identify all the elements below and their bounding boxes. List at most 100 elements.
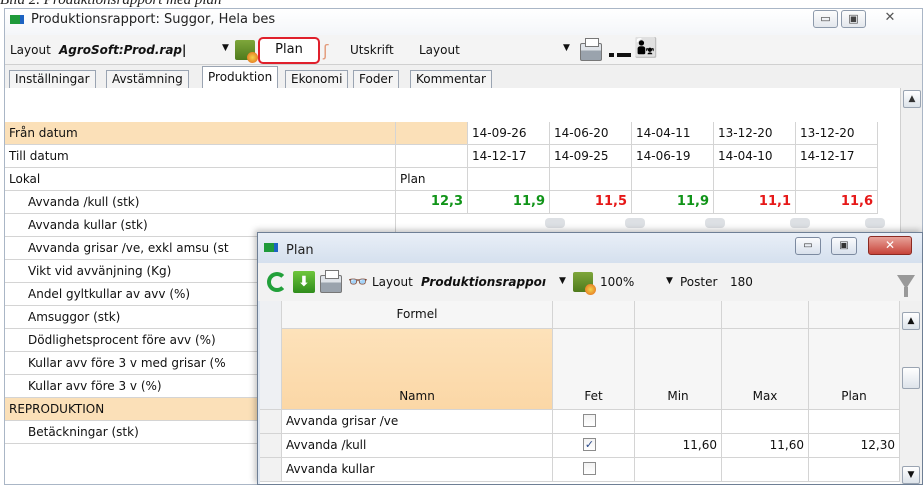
plan-cell[interactable] <box>809 458 900 482</box>
value-cell[interactable]: 11,6 <box>796 191 878 214</box>
value-cell[interactable] <box>632 168 714 191</box>
formel-header[interactable]: Formel <box>282 301 553 329</box>
plan-cell[interactable]: 12,30 <box>809 434 900 458</box>
fet-header[interactable]: Fet <box>553 329 635 410</box>
row-indicator[interactable] <box>260 434 282 458</box>
scroll-up-icon[interactable]: ▲ <box>902 312 920 330</box>
row-indicator-header <box>260 301 282 410</box>
dialog-close-button[interactable]: ✕ <box>868 236 912 255</box>
max-header[interactable]: Max <box>722 329 809 410</box>
value-cell[interactable] <box>550 168 632 191</box>
namn-cell[interactable]: Avvanda /kull <box>282 434 553 458</box>
refresh-icon[interactable] <box>267 272 287 292</box>
filter-icon[interactable] <box>897 275 915 297</box>
fet-checkbox[interactable] <box>583 462 596 475</box>
scroll-down-icon[interactable]: ▼ <box>902 466 920 484</box>
tab-ekonomi[interactable]: Ekonomi <box>285 70 349 88</box>
plan-button[interactable]: Plan <box>258 37 320 64</box>
download-icon[interactable]: ⬇ <box>293 271 315 293</box>
report-book-icon[interactable] <box>235 40 258 63</box>
table-row[interactable]: Avvanda grisar /ve <box>260 410 900 434</box>
row-indicator[interactable] <box>260 458 282 482</box>
zoom-dropdown-arrow-icon[interactable]: ▼ <box>666 276 673 286</box>
namn-cell[interactable]: Avvanda kullar <box>282 458 553 482</box>
date-cell[interactable]: 14-06-20 <box>550 122 632 145</box>
table-row[interactable]: Lokal Plan <box>5 168 900 191</box>
header-blank <box>553 301 635 329</box>
row-label: Avvanda /kull (stk) <box>5 191 396 214</box>
table-row[interactable]: Avvanda /kull ✓ 11,60 11,60 12,30 <box>260 434 900 458</box>
dialog-maximize-button[interactable]: ▣ <box>831 237 857 255</box>
bar-wide-icon[interactable] <box>617 53 631 57</box>
namn-header[interactable]: Namn <box>282 329 553 410</box>
print-layout-dropdown-arrow-icon[interactable]: ▼ <box>563 43 570 53</box>
layout-combo[interactable]: Produktionsrappoı <box>421 275 546 289</box>
close-button[interactable]: ✕ <box>875 10 905 28</box>
curve-icon[interactable]: ʃ <box>323 41 328 60</box>
max-cell[interactable] <box>722 458 809 482</box>
layout-dropdown-arrow-icon[interactable]: ▼ <box>559 276 566 286</box>
minimize-button[interactable]: ▭ <box>813 10 838 28</box>
zoom-value[interactable]: 100% <box>600 275 634 289</box>
layout-combo[interactable]: AgroSoft:Prod.rap| <box>59 43 186 57</box>
max-cell[interactable]: 11,60 <box>722 434 809 458</box>
plan-cell[interactable] <box>396 145 468 168</box>
maximize-button[interactable]: ▣ <box>841 10 866 28</box>
fet-checkbox-checked[interactable]: ✓ <box>583 438 596 451</box>
plan-header[interactable]: Plan <box>809 329 900 410</box>
plan-grid-vertical-scrollbar[interactable]: ▲ ▼ <box>900 301 922 484</box>
value-cell[interactable]: 11,9 <box>468 191 550 214</box>
value-cell[interactable]: 11,9 <box>632 191 714 214</box>
fet-checkbox[interactable] <box>583 414 596 427</box>
plan-cell[interactable] <box>396 122 468 145</box>
date-cell[interactable]: 14-06-19 <box>632 145 714 168</box>
scroll-up-icon[interactable]: ▲ <box>903 90 921 108</box>
row-indicator[interactable] <box>260 410 282 434</box>
min-cell[interactable] <box>635 410 722 434</box>
table-row[interactable]: Från datum 14-09-26 14-06-20 14-04-11 13… <box>5 122 900 145</box>
min-cell[interactable]: 11,60 <box>635 434 722 458</box>
plan-cell[interactable] <box>809 410 900 434</box>
tab-produktion[interactable]: Produktion <box>202 66 279 89</box>
max-cell[interactable] <box>722 410 809 434</box>
report-book-icon[interactable] <box>573 272 596 295</box>
tab-foder[interactable]: Foder <box>353 70 399 88</box>
value-cell[interactable]: 11,5 <box>550 191 632 214</box>
tab-avstamning[interactable]: Avstämning <box>106 70 189 88</box>
date-cell[interactable]: 13-12-20 <box>714 122 796 145</box>
value-cell[interactable]: 11,1 <box>714 191 796 214</box>
table-row[interactable]: Avvanda /kull (stk) 12,3 11,9 11,5 11,9 … <box>5 191 900 214</box>
scroll-thumb[interactable] <box>902 367 920 389</box>
binoculars-icon[interactable]: 👓 <box>348 272 368 291</box>
date-cell[interactable]: 14-12-17 <box>468 145 550 168</box>
namn-cell[interactable]: Avvanda grisar /ve <box>282 410 553 434</box>
date-cell[interactable]: 14-12-17 <box>796 145 878 168</box>
value-cell[interactable] <box>714 168 796 191</box>
table-row[interactable]: Avvanda kullar <box>260 458 900 482</box>
fet-cell[interactable] <box>553 410 635 434</box>
plan-cell[interactable]: 12,3 <box>396 191 468 214</box>
value-cell[interactable] <box>468 168 550 191</box>
table-row[interactable]: Till datum 14-12-17 14-09-25 14-06-19 14… <box>5 145 900 168</box>
value-cell[interactable] <box>796 168 878 191</box>
tab-installningar[interactable]: Inställningar <box>9 70 96 88</box>
date-cell[interactable]: 14-09-26 <box>468 122 550 145</box>
layout-dropdown-arrow-icon[interactable]: ▼ <box>222 43 229 53</box>
plan-cell[interactable]: Plan <box>396 168 468 191</box>
fet-cell[interactable]: ✓ <box>553 434 635 458</box>
date-cell[interactable]: 14-04-10 <box>714 145 796 168</box>
bar-small-icon[interactable] <box>609 53 614 57</box>
printer-icon[interactable] <box>320 270 342 293</box>
printer-icon[interactable] <box>580 38 602 61</box>
date-cell[interactable]: 14-04-11 <box>632 122 714 145</box>
date-cell[interactable]: 14-09-25 <box>550 145 632 168</box>
min-cell[interactable] <box>635 458 722 482</box>
date-cell[interactable]: 13-12-20 <box>796 122 878 145</box>
print-layout-combo[interactable]: Layout <box>419 43 460 57</box>
min-header[interactable]: Min <box>635 329 722 410</box>
blurred-value <box>705 218 725 228</box>
people-icon[interactable]: 👨‍👧 <box>634 38 658 58</box>
fet-cell[interactable] <box>553 458 635 482</box>
dialog-minimize-button[interactable]: ▭ <box>795 237 821 255</box>
tab-kommentar[interactable]: Kommentar <box>410 70 492 88</box>
